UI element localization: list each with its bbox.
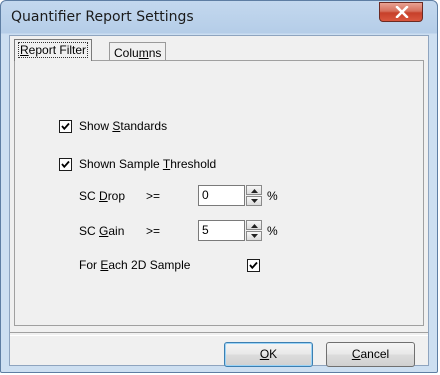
sc-drop-label: SC Drop (79, 189, 126, 203)
sc-gain-operator: >= (146, 224, 161, 238)
arrow-up-icon (251, 189, 258, 193)
checkmark-icon (61, 122, 70, 131)
tab-columns[interactable]: Columns (109, 42, 167, 62)
sc-drop-spin-down[interactable] (246, 196, 262, 206)
arrow-up-icon (251, 224, 258, 228)
sc-drop-unit: % (267, 189, 278, 203)
show-standards-checkbox[interactable] (59, 120, 72, 133)
close-icon (395, 6, 409, 18)
sc-gain-label: SC Gain (79, 224, 125, 238)
tab-report-filter-label: Report Filter (17, 42, 89, 58)
sc-gain-spinner[interactable] (246, 220, 262, 241)
sc-gain-spin-down[interactable] (246, 231, 262, 241)
sc-gain-input[interactable]: 5 (198, 220, 245, 241)
sc-drop-input[interactable]: 0 (198, 185, 245, 206)
sc-drop-spinner[interactable] (246, 185, 262, 206)
sc-drop-operator: >= (146, 189, 161, 203)
sc-gain-unit: % (267, 224, 278, 238)
window-title: Quantifier Report Settings (11, 9, 194, 25)
tab-report-filter[interactable]: Report Filter (14, 39, 93, 61)
report-filter-panel: Show Standards Shown Sample Threshold SC… (14, 60, 424, 326)
tab-columns-label: Columns (114, 46, 162, 60)
dialog-window: Quantifier Report Settings Report Filter… (0, 0, 438, 373)
button-area-divider (10, 332, 428, 336)
arrow-down-icon (251, 199, 258, 203)
sc-gain-spin-up[interactable] (246, 220, 262, 230)
sc-drop-spin-up[interactable] (246, 185, 262, 195)
for-each-2d-sample-checkbox[interactable] (247, 259, 260, 272)
arrow-down-icon (251, 234, 258, 238)
shown-sample-threshold-label[interactable]: Shown Sample Threshold (79, 157, 216, 171)
cancel-button[interactable]: Cancel (326, 342, 415, 367)
for-each-2d-sample-label: For Each 2D Sample (79, 258, 191, 272)
title-bar[interactable]: Quantifier Report Settings (1, 1, 437, 35)
dialog-client-area: Report Filter Columns Show Standards Sho… (9, 35, 429, 367)
checkmark-icon (61, 160, 70, 169)
shown-sample-threshold-checkbox[interactable] (59, 158, 72, 171)
show-standards-label[interactable]: Show Standards (79, 119, 167, 133)
ok-button[interactable]: OK (224, 342, 313, 367)
checkmark-icon (249, 261, 258, 270)
close-button[interactable] (379, 2, 423, 22)
